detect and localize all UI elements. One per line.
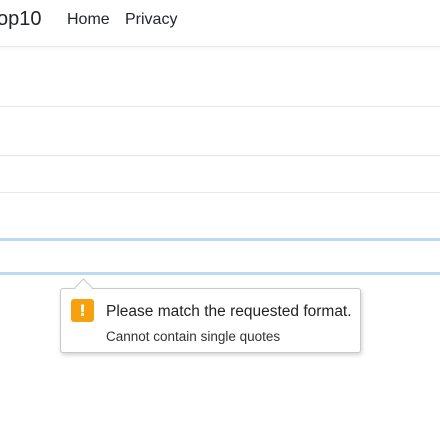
form-field-1[interactable] xyxy=(0,60,440,107)
page: op10 Home Privacy ! Please match the req… xyxy=(0,0,440,440)
top-navbar: op10 Home Privacy xyxy=(0,0,440,47)
form-field-2[interactable] xyxy=(0,107,440,156)
tooltip-arrow xyxy=(74,278,93,297)
brand-title[interactable]: op10 xyxy=(0,8,42,31)
warning-exclamation-icon: ! xyxy=(71,299,94,322)
validation-title: Please match the requested format. xyxy=(106,303,352,320)
validation-tooltip: ! Please match the requested format. Can… xyxy=(60,278,361,353)
validation-detail: Cannot contain single quotes xyxy=(106,329,281,344)
form-field-3[interactable] xyxy=(0,156,440,193)
nav-link-home[interactable]: Home xyxy=(67,11,110,29)
nav-link-privacy[interactable]: Privacy xyxy=(125,11,177,29)
focused-text-input[interactable] xyxy=(0,238,440,275)
